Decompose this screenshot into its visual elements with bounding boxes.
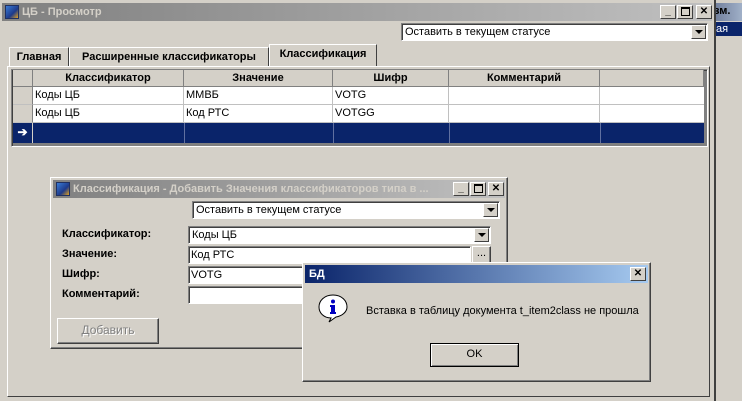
status-combo-value: Оставить в текущем статусе — [405, 26, 551, 38]
add-dialog-status-combo[interactable]: Оставить в текущем статусе — [192, 201, 500, 219]
value-label: Значение: — [62, 248, 118, 260]
app-icon — [56, 182, 70, 196]
add-dialog-title: Классификация - Добавить Значения класси… — [73, 183, 429, 195]
minimize-button[interactable]: _ — [660, 5, 676, 19]
classifier-combo[interactable]: Коды ЦБ — [188, 226, 491, 244]
cell-classifier[interactable]: Коды ЦБ — [33, 87, 184, 105]
table-row[interactable]: Коды ЦБ Код РТС VOTGG — [13, 105, 704, 123]
background-window: зм. ая — [712, 0, 742, 401]
ok-button[interactable]: OK — [430, 343, 519, 367]
selected-row-divider — [600, 123, 601, 143]
grid-indicator-header — [13, 70, 33, 87]
cell-value[interactable]: Код РТС — [184, 105, 333, 123]
cell-classifier[interactable]: Коды ЦБ — [33, 105, 184, 123]
cell-value[interactable]: ММВБ — [184, 87, 333, 105]
cipher-label: Шифр: — [62, 268, 100, 280]
grid-header-value[interactable]: Значение — [184, 70, 333, 87]
close-button[interactable]: ✕ — [630, 267, 646, 281]
cell-filler — [600, 105, 704, 123]
tab-extended-classifiers[interactable]: Расширенные классификаторы — [69, 47, 269, 66]
cell-cipher[interactable]: VOTGG — [333, 105, 449, 123]
error-message: Вставка в таблицу документа t_item2class… — [366, 305, 639, 317]
row-indicator — [13, 105, 33, 123]
selected-row-divider — [184, 123, 185, 143]
minimize-button[interactable]: _ — [453, 182, 469, 196]
grid-header-filler — [600, 70, 704, 87]
classifier-label: Классификатор: — [62, 228, 152, 240]
cell-filler — [600, 87, 704, 105]
table-row[interactable]: Коды ЦБ ММВБ VOTG — [13, 87, 704, 105]
grid-header-classifier[interactable]: Классификатор — [33, 70, 184, 87]
comment-field[interactable] — [188, 286, 308, 304]
comment-label: Комментарий: — [62, 288, 140, 300]
add-button[interactable]: Добавить — [57, 318, 159, 344]
maximize-button[interactable] — [677, 5, 693, 19]
main-window-title: ЦБ - Просмотр — [22, 6, 102, 18]
tab-glavnaya[interactable]: Главная — [9, 47, 69, 66]
main-window-titlebar[interactable]: ЦБ - Просмотр _ ✕ — [2, 3, 712, 21]
tab-classification[interactable]: Классификация — [269, 44, 377, 67]
maximize-button[interactable] — [470, 182, 486, 196]
selected-row-divider — [449, 123, 450, 143]
error-dialog: БД ✕ Вставка в таблицу документа t_item2… — [302, 262, 651, 382]
chevron-down-icon[interactable] — [691, 25, 706, 39]
chevron-down-icon[interactable] — [483, 203, 498, 217]
row-indicator — [13, 87, 33, 105]
table-row-selected[interactable]: ➔ — [13, 123, 704, 143]
close-button[interactable]: ✕ — [488, 182, 504, 196]
background-list-item: ая — [716, 23, 729, 35]
close-button[interactable]: ✕ — [696, 5, 712, 19]
cell-cipher[interactable]: VOTG — [333, 87, 449, 105]
error-dialog-title: БД — [309, 268, 325, 280]
error-dialog-titlebar[interactable]: БД ✕ — [305, 265, 648, 283]
cipher-field[interactable]: VOTG — [188, 266, 308, 284]
cell-comment[interactable] — [449, 105, 600, 123]
selected-row-divider — [333, 123, 334, 143]
current-row-arrow-icon: ➔ — [13, 123, 33, 143]
chevron-down-icon[interactable] — [474, 228, 489, 242]
status-combo[interactable]: Оставить в текущем статусе — [401, 23, 708, 41]
add-dialog-titlebar[interactable]: Классификация - Добавить Значения класси… — [53, 180, 505, 198]
background-window-title: зм. — [714, 5, 731, 17]
grid-header-comment[interactable]: Комментарий — [449, 70, 600, 87]
grid-header-cipher[interactable]: Шифр — [333, 70, 449, 87]
cell-comment[interactable] — [449, 87, 600, 105]
info-icon — [318, 293, 348, 323]
app-icon — [5, 5, 19, 19]
